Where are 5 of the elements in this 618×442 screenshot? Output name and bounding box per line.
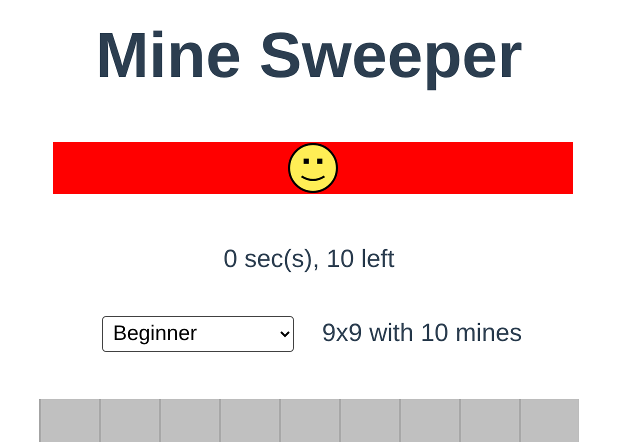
level-select[interactable]: Beginner: [102, 316, 294, 352]
level-description: 9x9 with 10 mines: [322, 318, 522, 349]
game-status: 0 sec(s), 10 left: [224, 244, 394, 275]
smiley-face-icon[interactable]: [287, 142, 339, 194]
page-title: Mine Sweeper: [96, 18, 522, 92]
